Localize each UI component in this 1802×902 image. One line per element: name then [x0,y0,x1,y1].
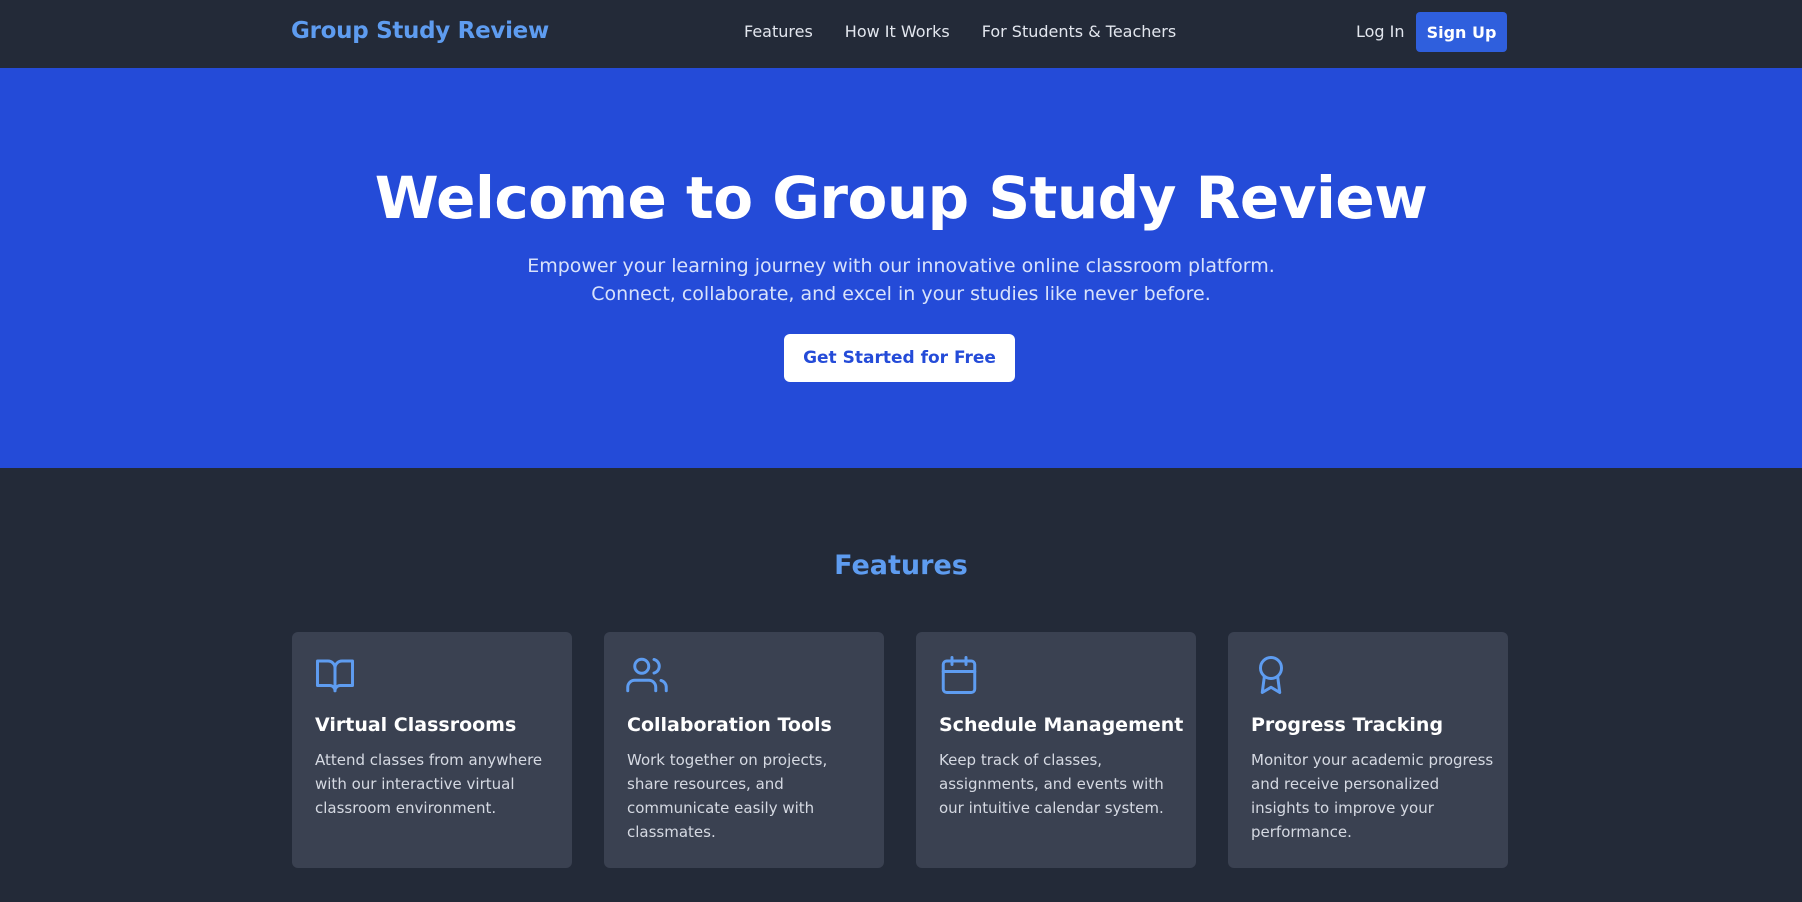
top-navbar: Group Study Review Features How It Works… [0,0,1802,68]
feature-card-description: Keep track of classes, assignments, and … [939,751,1164,817]
signup-button[interactable]: Sign Up [1416,12,1507,52]
feature-card-description: Work together on projects, share resourc… [627,751,828,841]
book-open-icon [314,654,356,696]
users-icon [626,654,668,696]
get-started-button[interactable]: Get Started for Free [784,334,1015,382]
nav-link-how-it-works[interactable]: How It Works [845,22,950,41]
login-link[interactable]: Log In [1356,22,1405,41]
feature-card-collaboration-tools: Collaboration Tools Work together on pro… [604,632,884,868]
nav-link-features[interactable]: Features [744,22,813,41]
hero-subtitle: Empower your learning journey with our i… [0,252,1802,308]
brand-logo-link[interactable]: Group Study Review [291,18,549,44]
feature-card-progress-tracking: Progress Tracking Monitor your academic … [1228,632,1508,868]
feature-card-title: Virtual Classrooms [315,714,517,736]
hero-subtitle-line-1: Empower your learning journey with our i… [527,255,1275,277]
feature-card-schedule-management: Schedule Management Keep track of classe… [916,632,1196,868]
feature-card-description: Attend classes from anywhere with our in… [315,751,543,817]
main-nav: Features How It Works For Students & Tea… [744,22,1176,41]
hero-section: Welcome to Group Study Review Empower yo… [0,68,1802,468]
calendar-icon [938,654,980,696]
feature-card-title: Progress Tracking [1251,714,1444,736]
hero-subtitle-line-2: Connect, collaborate, and excel in your … [591,283,1211,305]
hero-title: Welcome to Group Study Review [374,164,1428,232]
feature-card-virtual-classrooms: Virtual Classrooms Attend classes from a… [292,632,572,868]
features-heading: Features [834,550,968,581]
award-icon [1250,654,1292,696]
feature-card-title: Collaboration Tools [627,714,832,736]
nav-link-students-teachers[interactable]: For Students & Teachers [982,22,1176,41]
feature-card-description: Monitor your academic progress and recei… [1251,751,1494,841]
feature-card-title: Schedule Management [939,714,1184,736]
